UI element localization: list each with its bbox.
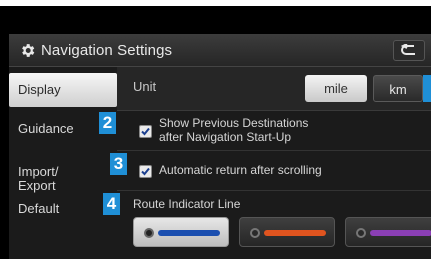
unit-mile-button[interactable]: mile [305,75,367,102]
settings-panel: Navigation Settings Display Guidance Imp… [9,34,431,259]
show-previous-destinations-row[interactable]: Show Previous Destinations after Navigat… [117,111,431,151]
route-line-purple [370,230,431,236]
auto-return-checkbox[interactable] [139,165,152,178]
checkmark-icon [141,167,150,176]
sidebar-item-label: Guidance [18,121,74,136]
route-color-purple-button[interactable] [345,217,431,247]
unit-row: Unit mile km [117,67,431,111]
back-arrow-icon [401,44,415,55]
unit-label: Unit [133,79,157,94]
callout-2: 2 [99,112,116,134]
page-title: Navigation Settings [41,42,173,59]
title-bar: Navigation Settings [9,34,431,67]
route-line-blue [158,230,220,236]
sidebar-item-label: Import/ Export [18,164,59,193]
sidebar-item-default[interactable]: Default [9,197,117,221]
sidebar-item-label: Display [18,82,61,97]
sidebar-item-import-export[interactable]: Import/ Export [9,151,117,193]
sidebar: Display Guidance Import/ Export Default [9,67,117,259]
unit-km-button[interactable]: km [373,75,423,102]
route-color-blue-button[interactable] [133,217,229,247]
callout-4: 4 [103,193,120,215]
route-line-orange [264,230,326,236]
scroll-indicator [423,75,431,102]
auto-return-row[interactable]: Automatic return after scrolling [117,151,431,191]
settings-content: Unit mile km Show Previous Destinations … [117,67,431,259]
radio-unselected-icon [356,228,366,238]
infotainment-screen: Navigation Settings Display Guidance Imp… [0,6,431,259]
show-previous-destinations-label: Show Previous Destinations after Navigat… [159,116,309,144]
callout-3: 3 [110,153,127,175]
back-button[interactable] [393,40,425,61]
checkmark-icon [141,127,150,136]
route-indicator-label: Route Indicator Line [133,197,241,211]
show-previous-destinations-checkbox[interactable] [139,125,152,138]
route-color-orange-button[interactable] [239,217,335,247]
auto-return-label: Automatic return after scrolling [159,163,322,177]
sidebar-item-display[interactable]: Display [9,73,117,107]
gear-icon [22,44,35,57]
radio-unselected-icon [250,228,260,238]
radio-selected-icon [144,228,154,238]
sidebar-item-label: Default [18,201,60,216]
